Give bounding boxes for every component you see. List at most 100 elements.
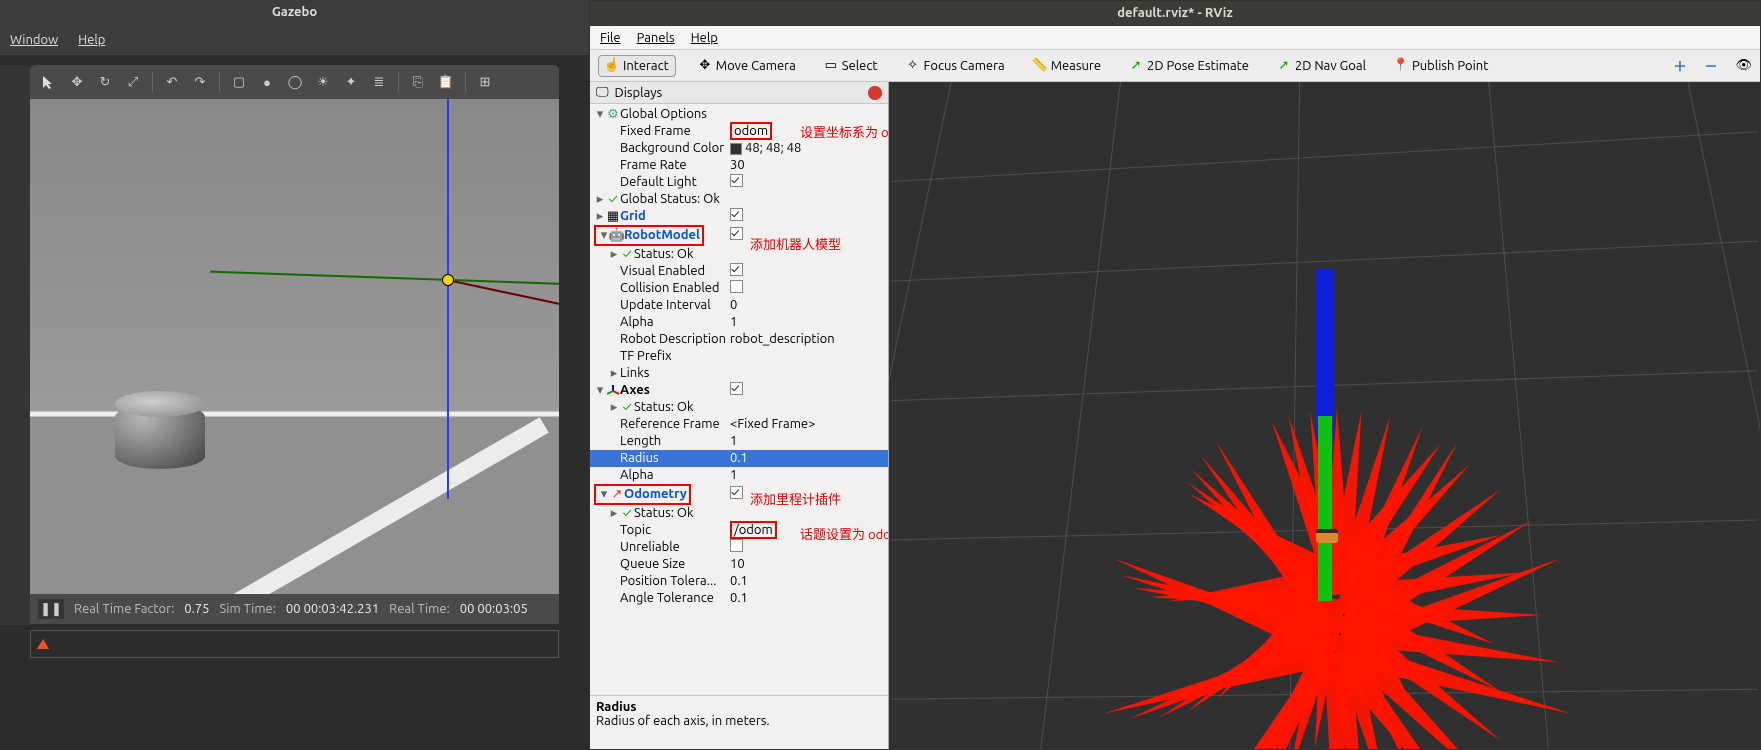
pause-button[interactable]: ❚❚ <box>38 599 64 619</box>
close-icon[interactable] <box>868 86 882 100</box>
update-interval-label: Update Interval <box>620 297 711 314</box>
unreliable-checkbox[interactable] <box>730 539 743 552</box>
robot-icon: 🤖 <box>610 227 624 244</box>
color-swatch-icon[interactable] <box>730 143 742 155</box>
fixed-frame-value[interactable]: odom <box>730 122 772 140</box>
default-light-label: Default Light <box>620 174 697 191</box>
alpha2-label: Alpha <box>620 467 654 484</box>
fixed-frame-label: Fixed Frame <box>620 123 691 140</box>
arrow-green-icon: ➚ <box>1129 59 1143 73</box>
grid-checkbox[interactable] <box>730 208 743 221</box>
robot-model-checkbox[interactable] <box>730 227 743 240</box>
pointer-icon[interactable] <box>38 71 60 93</box>
queue-size-value[interactable]: 10 <box>730 556 884 573</box>
interact-button[interactable]: ☝Interact <box>598 55 676 77</box>
pose-estimate-button[interactable]: ➚2D Pose Estimate <box>1123 56 1255 76</box>
hand-icon: ☝ <box>605 59 619 73</box>
caret-icon[interactable]: ▸ <box>608 246 620 263</box>
caret-icon[interactable]: ▾ <box>594 106 606 123</box>
caret-icon[interactable]: ▸ <box>608 365 620 382</box>
gazebo-title: Gazebo <box>0 0 589 25</box>
queue-size-label: Queue Size <box>620 556 685 573</box>
alpha-value[interactable]: 1 <box>730 314 884 331</box>
caret-icon[interactable]: ▾ <box>594 382 606 399</box>
default-light-checkbox[interactable] <box>730 174 743 187</box>
robot-desc-value[interactable]: robot_description <box>730 331 884 348</box>
rviz-window: default.rviz* - RViz File Panels Help ☝I… <box>589 0 1761 750</box>
links-item[interactable]: Links <box>620 365 649 382</box>
bg-color-label: Background Color <box>620 140 724 157</box>
box-icon[interactable]: ▢ <box>228 71 250 93</box>
cylinder-model[interactable] <box>115 404 205 469</box>
rtf-value: 0.75 <box>184 602 209 616</box>
radius-value[interactable]: 0.1 <box>730 450 884 467</box>
gazebo-window: Gazebo Window Help ✥ ↻ ⤢ ↶ ↷ ▢ ● ◯ ☀ ✦ ≣… <box>0 0 589 750</box>
caret-icon[interactable]: ▸ <box>594 191 606 208</box>
cylinder-icon[interactable]: ◯ <box>284 71 306 93</box>
rviz-3d-viewport[interactable] <box>889 82 1760 749</box>
measure-button[interactable]: 📏Measure <box>1027 56 1107 76</box>
annotation-robot-model: 添加机器人模型 <box>750 234 841 253</box>
robot-desc-label: Robot Description <box>620 331 726 348</box>
expand-icon[interactable] <box>37 639 49 649</box>
menu-file[interactable]: File <box>600 31 621 45</box>
visibility-icon[interactable]: 👁 <box>1735 58 1752 73</box>
update-interval-value[interactable]: 0 <box>730 297 884 314</box>
undo-icon[interactable]: ↶ <box>161 71 183 93</box>
odometry-item[interactable]: Odometry <box>624 486 687 503</box>
menu-help[interactable]: Help <box>691 31 718 45</box>
pos-tol-value[interactable]: 0.1 <box>730 573 884 590</box>
axes-checkbox[interactable] <box>730 382 743 395</box>
bg-color-value[interactable]: 48; 48; 48 <box>745 141 801 155</box>
angle-tol-label: Angle Tolerance <box>620 590 714 607</box>
remove-icon[interactable]: － <box>1704 56 1717 75</box>
alpha-label: Alpha <box>620 314 654 331</box>
select-button[interactable]: ▭Select <box>818 56 884 76</box>
global-options-item[interactable]: Global Options <box>620 106 707 123</box>
light-icon[interactable]: ☀ <box>312 71 334 93</box>
move-camera-button[interactable]: ✥Move Camera <box>692 56 802 76</box>
caret-icon[interactable]: ▸ <box>594 208 606 225</box>
caret-icon[interactable]: ▸ <box>608 399 620 416</box>
publish-point-button[interactable]: 📍Publish Point <box>1388 56 1494 76</box>
angle-tol-value[interactable]: 0.1 <box>730 590 884 607</box>
arrow-green-icon: ➚ <box>1277 59 1291 73</box>
rotate-icon[interactable]: ↻ <box>94 71 116 93</box>
menu-window[interactable]: Window <box>10 33 58 47</box>
grid-item[interactable]: Grid <box>620 208 646 225</box>
redo-icon[interactable]: ↷ <box>189 71 211 93</box>
caret-icon[interactable]: ▸ <box>608 505 620 522</box>
ref-frame-value[interactable]: <Fixed Frame> <box>730 416 884 433</box>
alpha2-value[interactable]: 1 <box>730 467 884 484</box>
status-ok: Status: Ok <box>634 505 694 522</box>
length-value[interactable]: 1 <box>730 433 884 450</box>
ruler-icon: 📏 <box>1033 59 1047 73</box>
sphere-icon[interactable]: ● <box>256 71 278 93</box>
collision-enabled-checkbox[interactable] <box>730 280 743 293</box>
paste-icon[interactable]: 📋 <box>435 71 457 93</box>
topic-value[interactable]: /odom <box>730 521 777 539</box>
move-icon[interactable]: ✥ <box>66 71 88 93</box>
menu-panels[interactable]: Panels <box>637 31 675 45</box>
ref-frame-label: Reference Frame <box>620 416 720 433</box>
gazebo-3d-viewport[interactable] <box>30 99 559 594</box>
snap-icon[interactable]: ⊞ <box>474 71 496 93</box>
visual-enabled-checkbox[interactable] <box>730 263 743 276</box>
caret-icon[interactable]: ▾ <box>598 486 610 503</box>
dirlight-icon[interactable]: ≣ <box>368 71 390 93</box>
odometry-checkbox[interactable] <box>730 486 743 499</box>
description-box: Radius Radius of each axis, in meters. <box>590 695 888 749</box>
displays-tree[interactable]: ▾⚙Global Options Fixed Frameodom Backgro… <box>590 104 888 695</box>
scale-icon[interactable]: ⤢ <box>122 71 144 93</box>
robot-model-item[interactable]: RobotModel <box>624 227 700 244</box>
add-icon[interactable]: ＋ <box>1673 56 1686 75</box>
spotlight-icon[interactable]: ✦ <box>340 71 362 93</box>
frame-rate-value[interactable]: 30 <box>730 157 884 174</box>
axes-item[interactable]: Axes <box>620 382 650 399</box>
focus-camera-button[interactable]: ✧Focus Camera <box>900 56 1011 76</box>
menu-help[interactable]: Help <box>78 33 105 47</box>
unreliable-label: Unreliable <box>620 539 680 556</box>
global-status-item[interactable]: Global Status: Ok <box>620 191 720 208</box>
copy-icon[interactable]: ⎘ <box>407 71 429 93</box>
nav-goal-button[interactable]: ➚2D Nav Goal <box>1271 56 1372 76</box>
